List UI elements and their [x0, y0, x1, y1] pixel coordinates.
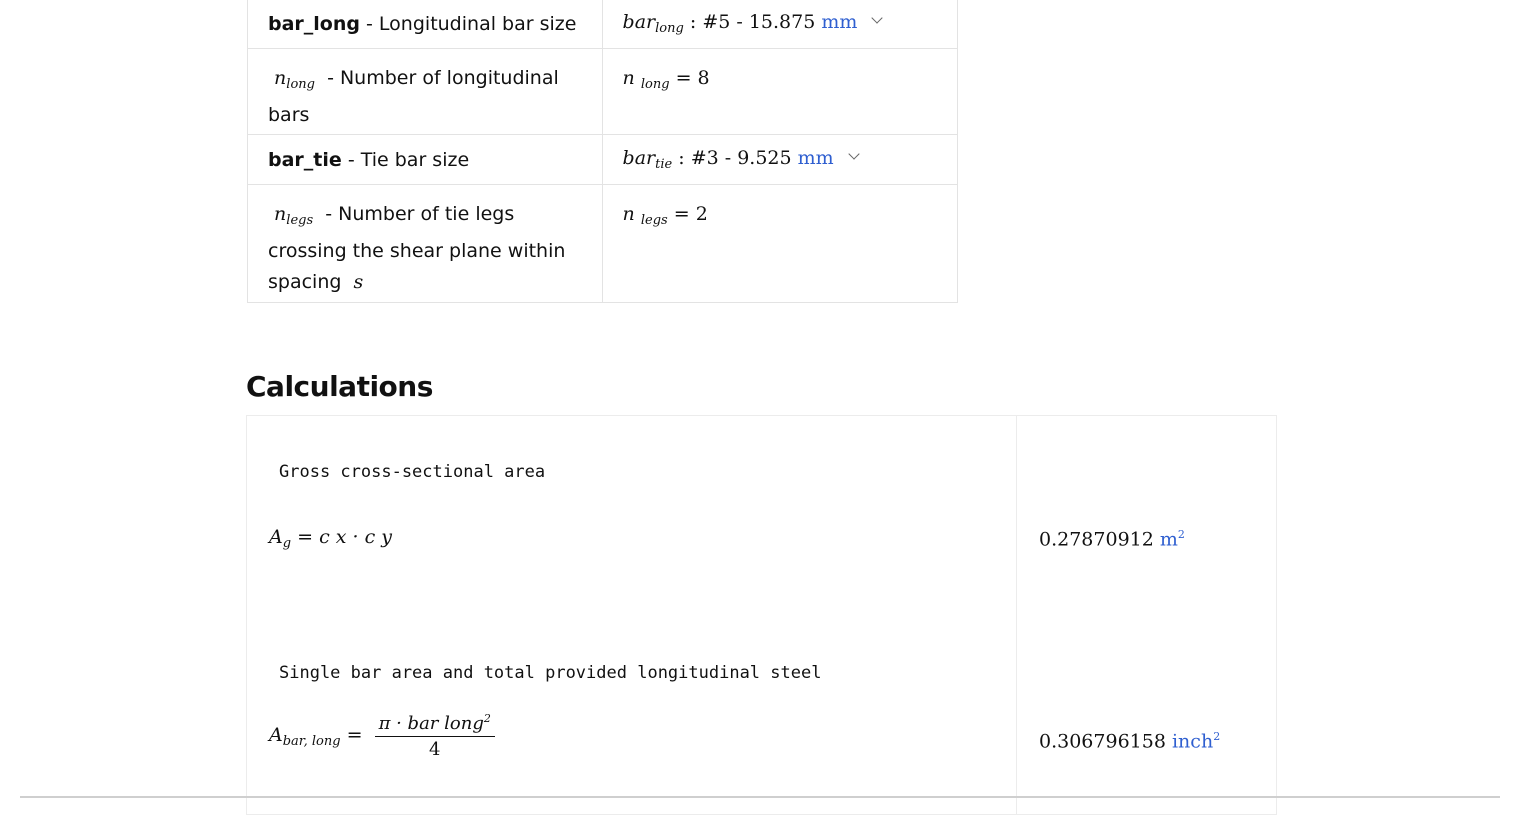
section-title-calculations: Calculations — [246, 370, 433, 403]
input-row-n-long: nlong - Number of longitudinal bars n lo… — [247, 48, 959, 135]
symbol: n — [622, 67, 635, 89]
input-name-bar-tie: bar_tie — [268, 148, 342, 171]
input-row-bar-tie: bar_tie - Tie bar size bartie : #3 - 9.5… — [247, 134, 959, 185]
formula-lhs: A — [269, 724, 283, 746]
input-value-cell: barlong : #5 - 15.875 mm — [601, 0, 959, 49]
bar-long-dropdown[interactable] — [871, 12, 884, 29]
formula-rhs: c x · c y — [319, 526, 393, 548]
column-divider — [1016, 416, 1017, 814]
input-value-cell: n legs = 2 — [601, 184, 959, 303]
symbol-subscript: long — [286, 77, 315, 92]
result-unit: inch — [1171, 730, 1214, 753]
n-long-input[interactable]: 8 — [698, 67, 710, 89]
calc-formula-abar: Abar, long = π · bar long2 4 — [269, 712, 495, 760]
input-label-cell: nlegs - Number of tie legs crossing the … — [247, 184, 603, 303]
input-value-cell: bartie : #3 - 9.525 mm — [601, 134, 959, 185]
bar-tie-dropdown[interactable] — [848, 148, 860, 165]
spacing-symbol: s — [353, 271, 364, 293]
fraction: π · bar long2 4 — [374, 712, 495, 760]
input-name-bar-long: bar_long — [268, 12, 360, 35]
unit: mm — [797, 147, 834, 169]
unit: mm — [821, 11, 858, 33]
symbol: n — [274, 203, 287, 225]
inputs-table: bar_long - Longitudinal bar size barlong… — [247, 0, 959, 303]
calc-result-abar: 0.306796158 inch2 — [1039, 730, 1220, 752]
formula-lhs-sub: bar, long — [282, 734, 341, 749]
symbol-subscript: long — [640, 77, 670, 92]
input-row-bar-long: bar_long - Longitudinal bar size barlong… — [247, 0, 959, 49]
bar-tie-value: #3 - 9.525 — [690, 147, 792, 169]
input-label-cell: bar_long - Longitudinal bar size — [247, 0, 603, 49]
formula-lhs: A — [269, 526, 283, 548]
symbol-subscript: tie — [655, 157, 673, 172]
input-label-cell: bar_tie - Tie bar size — [247, 134, 603, 185]
numerator-exponent: 2 — [483, 712, 491, 725]
result-unit-exponent: 2 — [1213, 730, 1221, 743]
symbol: bar — [622, 11, 656, 33]
input-description: - Tie bar size — [341, 148, 470, 171]
symbol: bar — [622, 147, 656, 169]
result-value: 0.27870912 — [1039, 528, 1154, 551]
symbol-subscript: legs — [286, 213, 314, 228]
calc-comment: Single bar area and total provided longi… — [279, 663, 822, 683]
result-unit-exponent: 2 — [1177, 528, 1185, 541]
formula-lhs-sub: g — [282, 536, 292, 551]
input-row-n-legs: nlegs - Number of tie legs crossing the … — [247, 184, 959, 303]
calc-comment: Gross cross-sectional area — [279, 462, 546, 482]
calculations-panel: Gross cross-sectional area Ag = c x · c … — [246, 415, 1277, 815]
input-description: - Number of tie legs crossing the shear … — [268, 203, 566, 293]
calc-formula-ag: Ag = c x · c y — [269, 526, 393, 551]
symbol: n — [274, 67, 287, 89]
result-unit: m — [1159, 528, 1178, 551]
input-description: - Number of longitudinal bars — [268, 67, 559, 126]
chevron-down-icon — [871, 12, 884, 24]
input-description: - Longitudinal bar size — [360, 12, 577, 35]
chevron-down-icon — [848, 148, 860, 160]
bar-long-value: #5 - 15.875 — [702, 11, 816, 33]
symbol-subscript: legs — [640, 213, 668, 228]
n-legs-input[interactable]: 2 — [696, 203, 708, 225]
numerator-text: π · bar long — [378, 713, 484, 734]
fraction-denominator: 4 — [428, 739, 441, 760]
input-label-cell: nlong - Number of longitudinal bars — [247, 48, 603, 135]
input-value-cell: n long = 8 — [601, 48, 959, 135]
fraction-numerator: π · bar long2 — [374, 712, 495, 737]
calc-result-ag: 0.27870912 m2 — [1039, 528, 1185, 550]
symbol-subscript: long — [655, 21, 684, 36]
symbol: n — [622, 203, 635, 225]
result-value: 0.306796158 — [1039, 730, 1166, 753]
